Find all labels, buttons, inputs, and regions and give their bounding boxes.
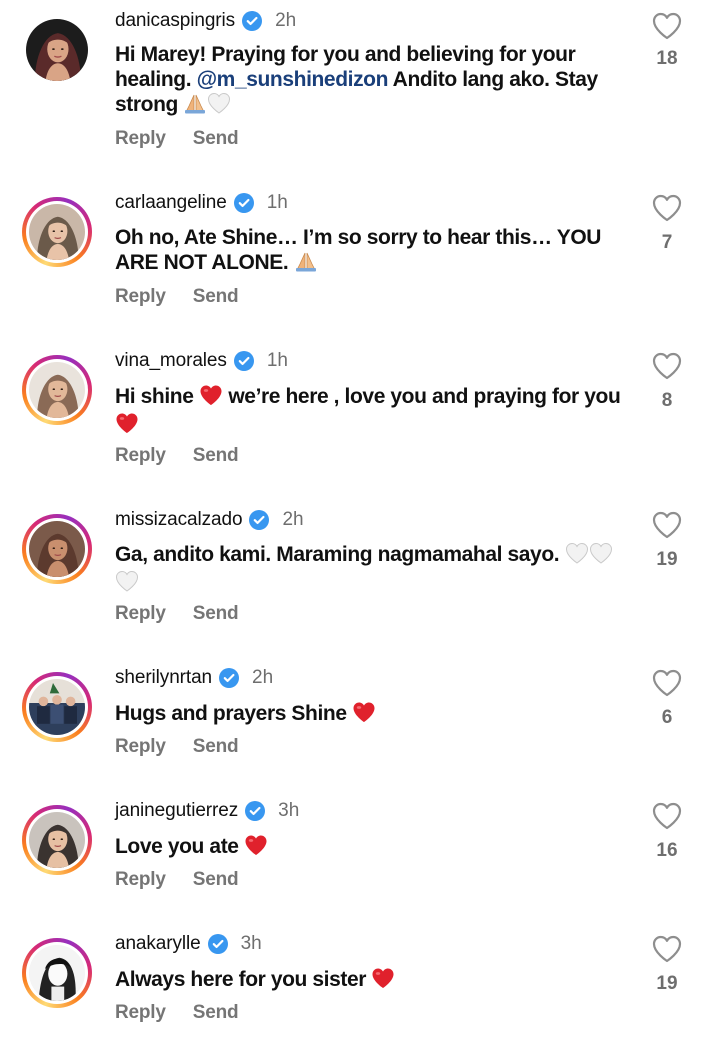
white-heart-icon [589,542,613,570]
comment-timestamp: 3h [278,800,300,821]
reply-button[interactable]: Reply [115,869,166,891]
username-link[interactable]: sherilynrtan [115,667,212,689]
comment-timestamp: 2h [252,667,274,688]
avatar[interactable] [22,197,92,267]
username-link[interactable]: janinegutierrez [115,800,238,822]
verified-badge-icon [233,350,255,372]
comments-list: danicaspingris 2h Hi Marey! Praying for yo… [0,0,724,1044]
like-count: 8 [661,390,673,411]
folded-hands-icon [183,92,207,120]
comment-header: sherilynrtan 2h [115,665,273,691]
reply-button[interactable]: Reply [115,736,166,758]
like-count: 18 [656,48,678,69]
username-link[interactable]: vina_morales [115,350,227,372]
red-heart-icon [371,967,395,995]
comment-header: janinegutierrez 3h [115,798,299,824]
red-heart-icon [199,384,223,412]
like-heart-icon[interactable] [652,194,682,222]
comment-actions: Reply Send [115,128,239,150]
comment-text-segment: we’re here , love you and praying for yo… [222,385,621,408]
comment-timestamp: 1h [266,192,288,213]
comment-actions: Reply Send [115,286,239,308]
comment-text-segment: Always here for you sister [115,968,372,991]
comment-header: carlaangeline 1h [115,190,288,216]
folded-hands-icon [294,250,318,278]
red-heart-icon [352,701,376,729]
avatar[interactable] [22,805,92,875]
avatar[interactable] [22,514,92,584]
username-link[interactable]: carlaangeline [115,192,227,214]
send-button[interactable]: Send [193,869,239,891]
comment-header: anakarylle 3h [115,931,262,957]
verified-badge-icon [207,933,229,955]
reply-button[interactable]: Reply [115,603,166,625]
reply-button[interactable]: Reply [115,1002,166,1024]
send-button[interactable]: Send [193,1002,239,1024]
comment-text: Hi Marey! Praying for you and believing … [115,42,635,120]
comment-timestamp: 2h [282,509,304,530]
comment-text: Hi shine we’re here , love you and prayi… [115,384,635,440]
like-heart-icon[interactable] [652,669,682,697]
like-heart-icon[interactable] [652,511,682,539]
like-heart-icon[interactable] [652,352,682,380]
like-count: 16 [656,840,678,861]
comment-timestamp: 1h [266,350,288,371]
white-heart-icon [207,92,231,120]
comment-actions: Reply Send [115,869,239,891]
username-link[interactable]: anakarylle [115,933,201,955]
send-button[interactable]: Send [193,603,239,625]
comment-text-segment: Hi shine [115,385,199,408]
like-count: 19 [656,973,678,994]
comment-actions: Reply Send [115,736,239,758]
comment-timestamp: 2h [275,10,297,31]
avatar[interactable] [22,15,92,85]
comment-actions: Reply Send [115,445,239,467]
comment-text: Oh no, Ate Shine… I’m so sorry to hear t… [115,225,635,278]
comment-text-segment: Ga, andito kami. Maraming nagmamahal say… [115,543,565,566]
comment-text: Ga, andito kami. Maraming nagmamahal say… [115,542,635,598]
avatar[interactable] [22,938,92,1008]
comment-header: danicaspingris 2h [115,8,296,34]
comment-text: Hugs and prayers Shine [115,701,635,729]
like-heart-icon[interactable] [652,935,682,963]
send-button[interactable]: Send [193,736,239,758]
comment-timestamp: 3h [240,933,262,954]
avatar[interactable] [22,672,92,742]
like-count: 7 [661,232,673,253]
username-link[interactable]: missizacalzado [115,509,243,531]
comment-header: missizacalzado 2h [115,507,304,533]
comment-actions: Reply Send [115,603,239,625]
verified-badge-icon [241,10,263,32]
comment-text: Love you ate [115,834,635,862]
comment-text: Always here for you sister [115,967,635,995]
white-heart-icon [115,570,139,598]
verified-badge-icon [218,667,240,689]
verified-badge-icon [233,192,255,214]
reply-button[interactable]: Reply [115,128,166,150]
white-heart-icon [565,542,589,570]
comment-actions: Reply Send [115,1002,239,1024]
comment-text-segment: Oh no, Ate Shine… I’m so sorry to hear t… [115,226,602,274]
like-count: 19 [656,549,678,570]
mention-link[interactable]: @m_sunshinedizon [197,68,389,91]
comment-text-segment: Love you ate [115,835,245,858]
like-count: 6 [661,707,673,728]
comment-header: vina_morales 1h [115,348,288,374]
like-heart-icon[interactable] [652,12,682,40]
verified-badge-icon [248,509,270,531]
red-heart-icon [244,834,268,862]
verified-badge-icon [244,800,266,822]
reply-button[interactable]: Reply [115,445,166,467]
avatar[interactable] [22,355,92,425]
send-button[interactable]: Send [193,445,239,467]
comment-text-segment: Hugs and prayers Shine [115,702,353,725]
username-link[interactable]: danicaspingris [115,10,235,32]
like-heart-icon[interactable] [652,802,682,830]
send-button[interactable]: Send [193,128,239,150]
reply-button[interactable]: Reply [115,286,166,308]
send-button[interactable]: Send [193,286,239,308]
red-heart-icon [115,412,139,440]
